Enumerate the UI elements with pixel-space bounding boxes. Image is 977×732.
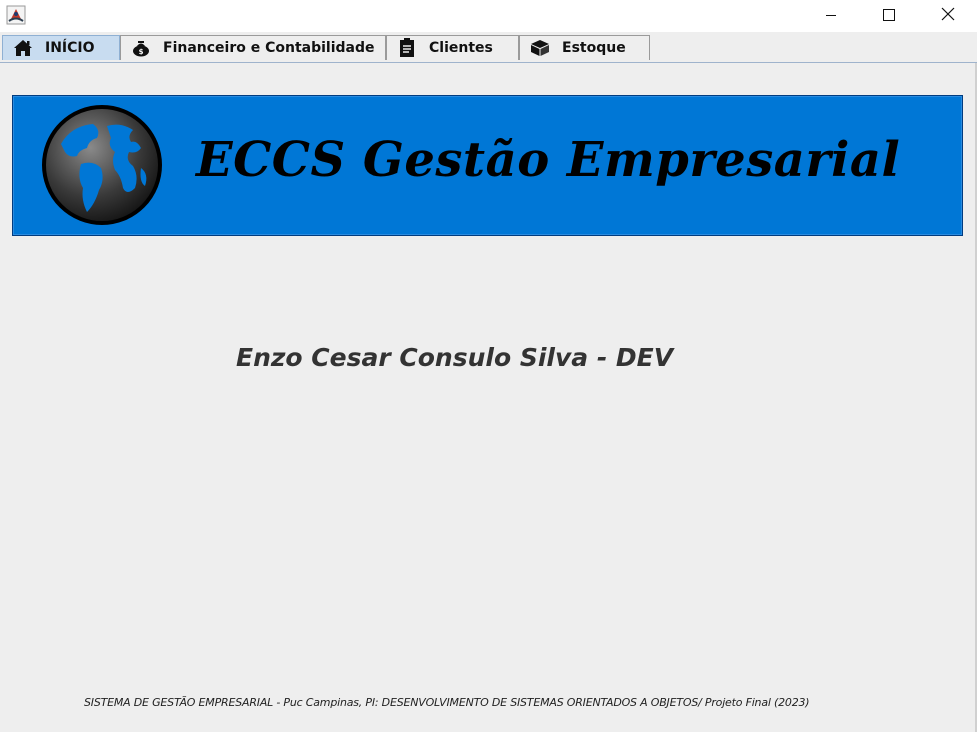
svg-text:$: $ <box>139 48 144 56</box>
minimize-icon <box>825 6 837 25</box>
developer-label: Enzo Cesar Consulo Silva - DEV <box>236 343 674 372</box>
header-banner: ECCS Gestão Empresarial <box>12 95 963 236</box>
tab-clientes[interactable]: Clientes <box>386 35 519 60</box>
tab-financeiro-label: Financeiro e Contabilidade <box>163 40 375 56</box>
globe-icon <box>41 104 163 226</box>
title-bar[interactable] <box>0 0 977 32</box>
tab-inicio[interactable]: INÍCIO <box>2 35 120 60</box>
inicio-panel: ECCS Gestão Empresarial Enzo Cesar Consu… <box>0 63 977 732</box>
app-window: INÍCIO $ Financeiro e Contabilidade Clie… <box>0 0 977 732</box>
close-icon <box>941 6 955 25</box>
tab-clientes-label: Clientes <box>429 40 493 56</box>
home-icon <box>13 39 33 57</box>
footer-text: SISTEMA DE GESTÃO EMPRESARIAL - Puc Camp… <box>84 696 810 709</box>
tab-estoque-label: Estoque <box>562 40 626 56</box>
money-bag-icon: $ <box>131 39 151 57</box>
tab-estoque[interactable]: Estoque <box>519 35 650 60</box>
maximize-icon <box>883 6 895 25</box>
tab-inicio-label: INÍCIO <box>45 40 95 56</box>
box-icon <box>530 39 550 57</box>
maximize-button[interactable] <box>860 0 918 30</box>
tab-strip: INÍCIO $ Financeiro e Contabilidade Clie… <box>0 32 977 63</box>
close-button[interactable] <box>919 0 977 30</box>
clipboard-icon <box>397 38 417 57</box>
java-app-icon <box>6 5 26 25</box>
banner-title: ECCS Gestão Empresarial <box>196 132 901 188</box>
tab-financeiro[interactable]: $ Financeiro e Contabilidade <box>120 35 386 60</box>
minimize-button[interactable] <box>802 0 860 30</box>
